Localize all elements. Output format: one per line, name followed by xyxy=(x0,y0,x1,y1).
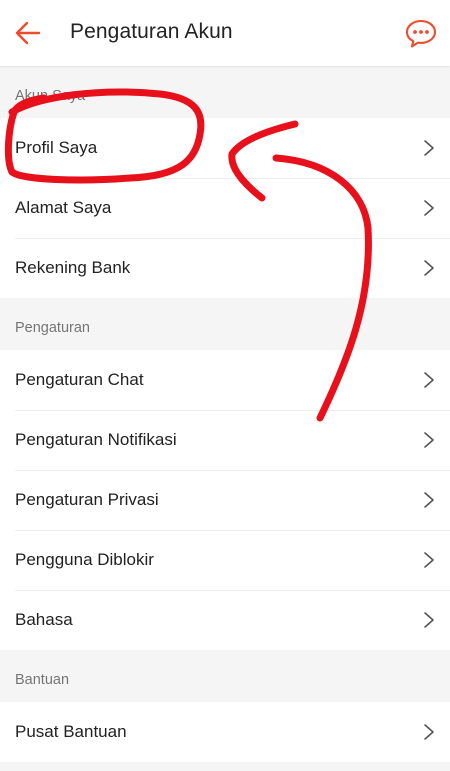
menu-item-pengaturan-notifikasi[interactable]: Pengaturan Notifikasi xyxy=(0,410,450,470)
chevron-right-icon xyxy=(424,492,434,508)
menu-item-rekening-bank[interactable]: Rekening Bank xyxy=(0,238,450,298)
section-header-akun-saya: Akun Saya xyxy=(15,88,86,104)
menu-item-label: Pengaturan Privasi xyxy=(15,490,159,509)
page-title: Pengaturan Akun xyxy=(70,20,233,43)
group-akun-saya: Profil Saya Alamat Saya Rekening Bank xyxy=(0,118,450,298)
menu-item-label: Profil Saya xyxy=(15,138,98,157)
chevron-right-icon xyxy=(424,372,434,388)
chat-bubble-icon[interactable] xyxy=(404,16,438,50)
section-header-bantuan: Bantuan xyxy=(15,672,70,688)
menu-item-pengguna-diblokir[interactable]: Pengguna Diblokir xyxy=(0,530,450,590)
menu-item-pengaturan-chat[interactable]: Pengaturan Chat xyxy=(0,350,450,410)
menu-item-profil-saya[interactable]: Profil Saya xyxy=(0,118,450,178)
chevron-right-icon xyxy=(424,432,434,448)
chevron-right-icon xyxy=(424,612,434,628)
menu-item-alamat-saya[interactable]: Alamat Saya xyxy=(0,178,450,238)
menu-item-pengaturan-privasi[interactable]: Pengaturan Privasi xyxy=(0,470,450,530)
menu-item-label: Pengguna Diblokir xyxy=(15,550,154,569)
menu-item-pusat-bantuan[interactable]: Pusat Bantuan xyxy=(0,702,450,762)
menu-item-bahasa[interactable]: Bahasa xyxy=(0,590,450,650)
menu-item-label: Pengaturan Chat xyxy=(15,370,144,389)
chevron-right-icon xyxy=(424,140,434,156)
app-bar: Pengaturan Akun xyxy=(0,0,450,66)
chevron-right-icon xyxy=(424,724,434,740)
menu-item-label: Pengaturan Notifikasi xyxy=(15,430,177,449)
menu-item-label: Alamat Saya xyxy=(15,198,112,217)
menu-item-label: Bahasa xyxy=(15,610,73,629)
menu-item-label: Pusat Bantuan xyxy=(15,722,127,741)
arrow-left-icon[interactable] xyxy=(12,17,44,49)
settings-list: Akun Saya Profil Saya Alamat Saya Rekeni… xyxy=(0,66,450,762)
group-bantuan: Pusat Bantuan xyxy=(0,702,450,762)
group-pengaturan: Pengaturan Chat Pengaturan Notifikasi Pe… xyxy=(0,350,450,650)
section-header-pengaturan: Pengaturan xyxy=(15,320,90,336)
chevron-right-icon xyxy=(424,552,434,568)
chevron-right-icon xyxy=(424,260,434,276)
menu-item-label: Rekening Bank xyxy=(15,258,131,277)
chevron-right-icon xyxy=(424,200,434,216)
